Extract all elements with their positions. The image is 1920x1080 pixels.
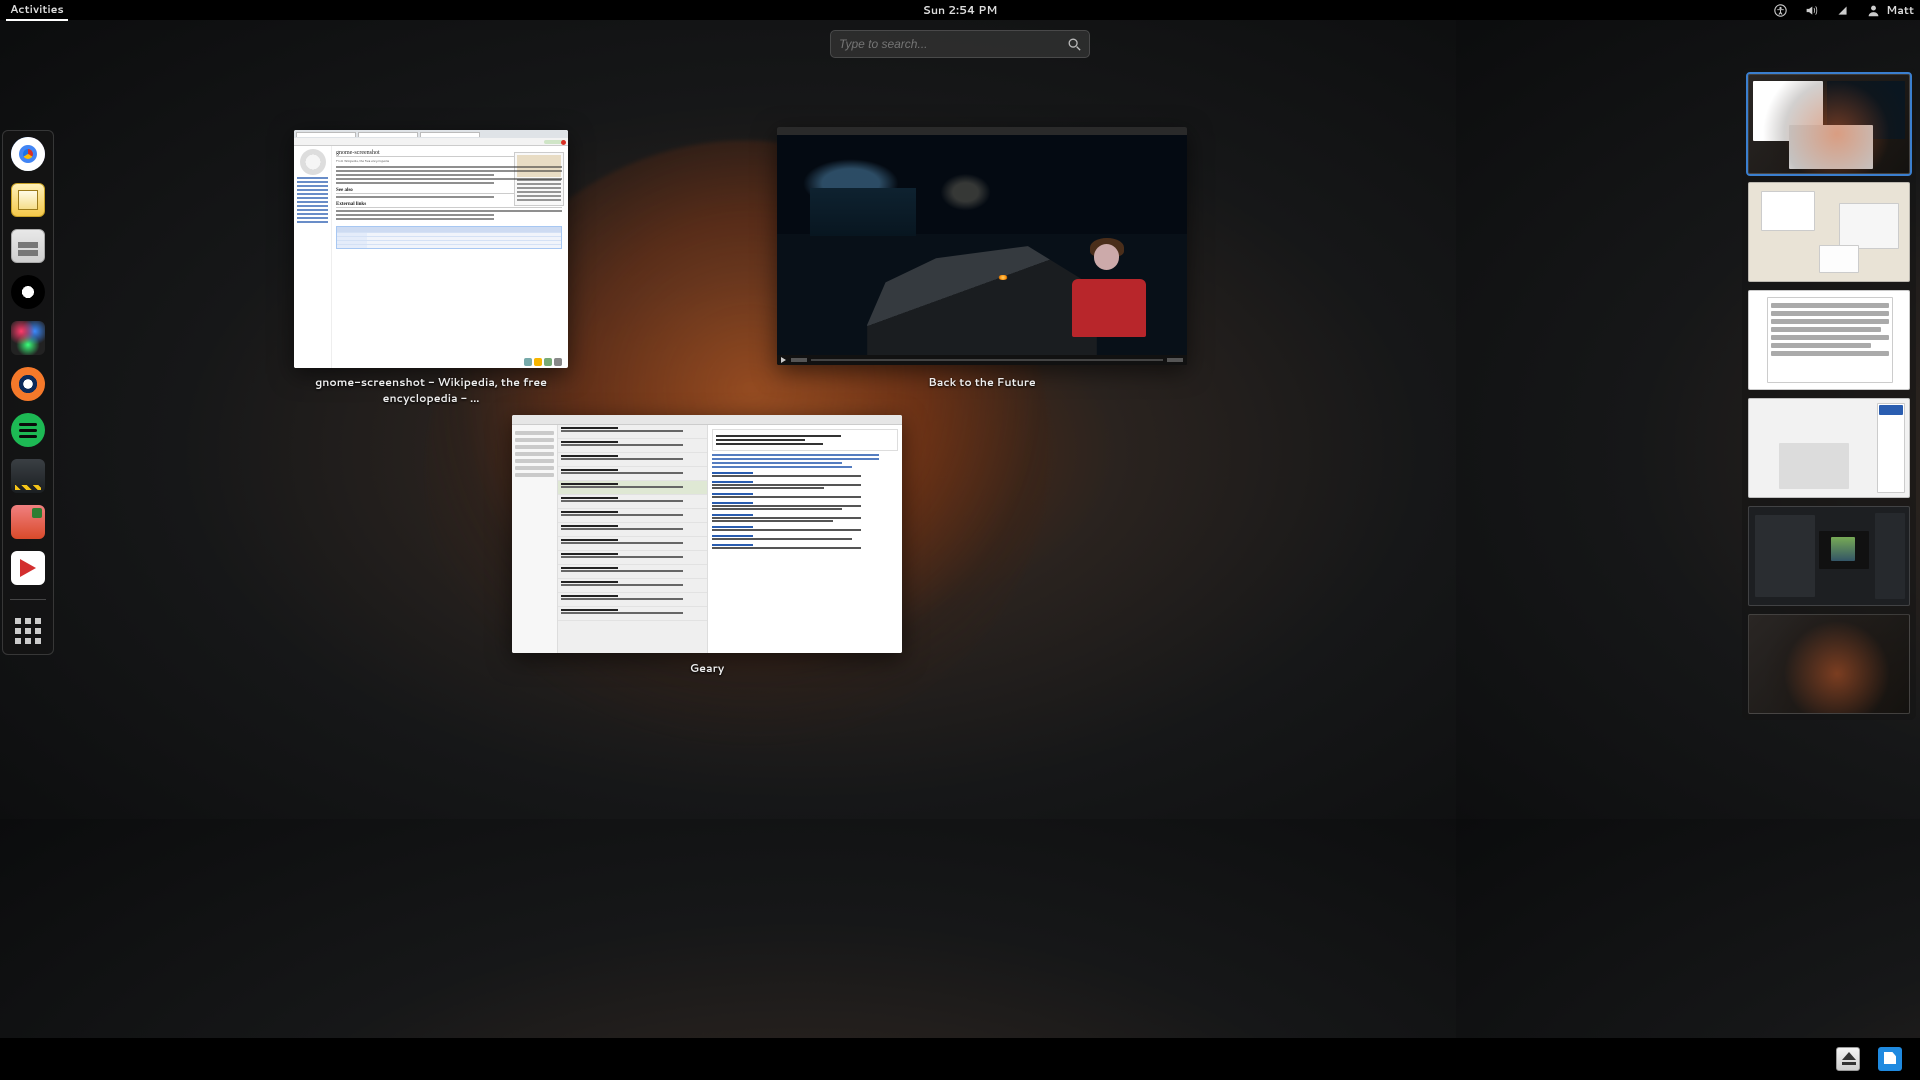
window-thumbnail-geary[interactable] — [512, 415, 902, 653]
top-panel: Activities Sun 2:54 PM Matt — [0, 0, 1920, 20]
workspace-thumbnail[interactable] — [1748, 290, 1910, 390]
dash-app-spotify[interactable] — [11, 413, 45, 447]
window-thumbnail-video[interactable] — [777, 127, 1187, 365]
tray-item-removable-media[interactable] — [1836, 1047, 1860, 1071]
message-tray — [0, 1038, 1920, 1080]
user-name: Matt — [1886, 2, 1914, 18]
video-titlebar — [777, 127, 1187, 135]
geary-conversation-list — [558, 425, 708, 653]
window-thumbnail-browser[interactable]: gnome-screenshot From Wikipedia, the fre… — [294, 130, 568, 368]
geary-toolbar — [512, 415, 902, 425]
wikipedia-footer-icons — [524, 358, 562, 366]
video-controls — [777, 355, 1187, 365]
search-input[interactable] — [839, 37, 1067, 51]
dash-app-evolution-mail[interactable] — [11, 183, 45, 217]
browser-tab — [358, 132, 418, 137]
wikipedia-logo-icon — [300, 149, 326, 175]
clock[interactable]: Sun 2:54 PM — [923, 2, 998, 18]
dash — [2, 130, 54, 655]
wikipedia-sidebar — [294, 146, 332, 368]
workspace-thumbnail[interactable] — [1748, 182, 1910, 282]
seek-bar — [811, 359, 1163, 361]
wikipedia-page: gnome-screenshot From Wikipedia, the fre… — [294, 146, 568, 368]
dash-app-blender[interactable] — [11, 367, 45, 401]
user-menu[interactable]: Matt — [1867, 2, 1914, 18]
geary-folder-list — [512, 425, 558, 653]
delorean-icon — [867, 234, 1097, 355]
wikipedia-content: gnome-screenshot From Wikipedia, the fre… — [332, 146, 568, 368]
video-frame — [777, 135, 1187, 355]
status-area: Matt — [1774, 2, 1914, 18]
dash-app-scrivener[interactable] — [11, 275, 45, 309]
accessibility-icon[interactable] — [1774, 4, 1787, 17]
character-icon — [1072, 232, 1146, 338]
window-title: Back to the Future — [777, 374, 1187, 390]
workspace-thumbnail[interactable] — [1748, 398, 1910, 498]
dash-app-steam[interactable] — [11, 459, 45, 493]
workspace-switcher — [1742, 68, 1916, 720]
browser-tab — [296, 132, 356, 137]
dash-app-nautilus-files[interactable] — [11, 229, 45, 263]
window-title: Geary — [512, 660, 902, 676]
geary-conversation-viewer — [708, 425, 902, 653]
dash-app-color-picker[interactable] — [11, 321, 45, 355]
browser-address-bar — [294, 138, 568, 146]
browser-tab — [420, 132, 480, 137]
workspace-thumbnail[interactable] — [1748, 74, 1910, 174]
volume-icon[interactable] — [1805, 4, 1818, 17]
workspace-thumbnail[interactable] — [1748, 614, 1910, 714]
dash-app-google-chrome[interactable] — [11, 137, 45, 171]
search-icon — [1067, 37, 1081, 51]
user-icon — [1867, 4, 1880, 17]
dash-separator — [10, 599, 46, 600]
window-title: gnome-screenshot - Wikipedia, the free e… — [294, 374, 568, 406]
workspace-thumbnail[interactable] — [1748, 506, 1910, 606]
play-icon — [781, 357, 787, 363]
network-icon[interactable] — [1836, 4, 1849, 17]
show-applications-button[interactable] — [11, 614, 45, 648]
browser-tabstrip — [294, 130, 568, 138]
overview-search[interactable] — [830, 30, 1090, 58]
dash-app-libreoffice-impress[interactable] — [11, 505, 45, 539]
activities-button[interactable]: Activities — [6, 0, 68, 21]
wikipedia-navbox — [336, 226, 562, 249]
tray-item-dropbox[interactable] — [1878, 1047, 1902, 1071]
dash-app-media-player[interactable] — [11, 551, 45, 585]
